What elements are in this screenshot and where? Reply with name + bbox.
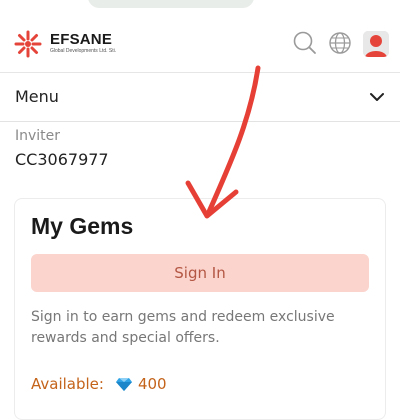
brand-name: EFSANE: [50, 31, 113, 48]
brand-logo[interactable]: EFSANE Global Developments Ltd. Sti.: [12, 28, 116, 58]
my-gems-card: My Gems Sign In Sign in to earn gems and…: [14, 198, 386, 420]
brand-mark-icon: [14, 30, 42, 58]
user-avatar-graphic: [363, 31, 389, 57]
globe-icon[interactable]: [327, 30, 353, 56]
address-bar-remnant: [88, 0, 254, 8]
available-value: 400: [137, 375, 167, 393]
my-gems-title: My Gems: [31, 213, 134, 239]
inviter-label: Inviter: [15, 128, 61, 144]
sign-in-button[interactable]: Sign In: [31, 254, 369, 292]
available-label: Available:: [31, 375, 104, 393]
available-gems: Available: 400: [31, 375, 167, 393]
inviter-code: CC3067977: [15, 150, 109, 169]
top-strip: [0, 0, 400, 14]
gems-description: Sign in to earn gems and redeem exclusiv…: [31, 309, 335, 346]
chevron-down-icon[interactable]: [369, 89, 385, 105]
user-avatar-icon[interactable]: [363, 31, 389, 57]
menu-label: Menu: [15, 87, 59, 106]
site-header: EFSANE Global Developments Ltd. Sti.: [0, 14, 400, 73]
diamond-icon: [115, 377, 132, 391]
brand-tagline: Global Developments Ltd. Sti.: [50, 48, 117, 54]
menu-bar[interactable]: Menu: [0, 73, 400, 122]
search-icon[interactable]: [292, 30, 318, 56]
